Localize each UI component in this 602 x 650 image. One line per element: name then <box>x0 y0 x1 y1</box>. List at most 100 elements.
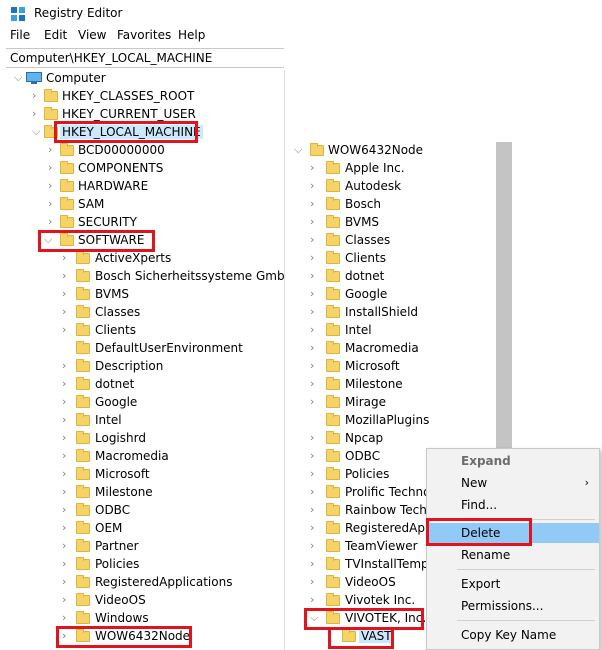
context-item-export[interactable]: Export <box>427 574 599 594</box>
tree-label: WOW6432Node <box>328 143 424 157</box>
chevron-right-icon[interactable]: › <box>62 288 72 300</box>
chevron-right-icon[interactable]: › <box>48 144 58 156</box>
chevron-right-icon[interactable]: › <box>32 108 42 120</box>
chevron-right-icon[interactable]: › <box>62 594 72 606</box>
chevron-right-icon[interactable]: › <box>62 504 72 516</box>
chevron-right-icon[interactable]: › <box>310 432 320 444</box>
menu-help[interactable]: Help <box>178 28 205 42</box>
folder-icon <box>326 323 340 336</box>
chevron-right-icon[interactable]: › <box>62 540 72 552</box>
chevron-right-icon[interactable]: › <box>310 216 320 228</box>
folder-icon <box>76 305 90 318</box>
chevron-right-icon[interactable]: › <box>310 306 320 318</box>
chevron-right-icon[interactable]: › <box>32 90 42 102</box>
folder-icon <box>326 287 340 300</box>
folder-icon <box>326 161 340 174</box>
chevron-right-icon[interactable]: › <box>62 558 72 570</box>
folder-icon <box>60 143 74 156</box>
address-bar[interactable]: Computer\HKEY_LOCAL_MACHINE <box>6 48 284 68</box>
chevron-right-icon[interactable]: › <box>310 270 320 282</box>
chevron-right-icon[interactable]: › <box>62 252 72 264</box>
folder-icon <box>76 323 90 336</box>
menu-edit[interactable]: Edit <box>44 28 67 42</box>
context-item-expand[interactable]: Expand <box>427 451 599 471</box>
chevron-right-icon[interactable]: › <box>310 522 320 534</box>
chevron-right-icon[interactable]: › <box>62 522 72 534</box>
tree-label: HARDWARE <box>78 179 149 193</box>
menu-file[interactable]: File <box>10 28 30 42</box>
chevron-right-icon[interactable]: › <box>62 432 72 444</box>
chevron-right-icon[interactable]: › <box>62 450 72 462</box>
context-item-permissions[interactable]: Permissions... <box>427 596 599 616</box>
tree-label: HKEY_CURRENT_USER <box>62 107 196 121</box>
folder-icon <box>326 593 340 606</box>
chevron-right-icon[interactable]: › <box>62 360 72 372</box>
tree-label: SAM <box>78 197 105 211</box>
chevron-right-icon[interactable]: › <box>62 324 72 336</box>
chevron-right-icon[interactable]: › <box>310 180 320 192</box>
chevron-right-icon[interactable]: › <box>62 576 72 588</box>
chevron-right-icon[interactable]: › <box>310 360 320 372</box>
folder-icon <box>76 575 90 588</box>
tree-label: DefaultUserEnvironment <box>95 341 243 355</box>
tree-label: Partner <box>95 539 139 553</box>
chevron-right-icon[interactable]: › <box>310 288 320 300</box>
folder-icon <box>60 161 74 174</box>
folder-icon <box>76 557 90 570</box>
chevron-down-icon[interactable]: ⌵ <box>310 612 320 624</box>
chevron-right-icon[interactable]: › <box>310 378 320 390</box>
chevron-right-icon[interactable]: › <box>310 558 320 570</box>
menu-favorites[interactable]: Favorites <box>117 28 171 42</box>
tree-label: Windows <box>95 611 149 625</box>
chevron-right-icon[interactable]: › <box>62 630 72 642</box>
chevron-right-icon[interactable]: › <box>62 414 72 426</box>
chevron-right-icon[interactable]: › <box>62 270 72 282</box>
chevron-right-icon[interactable]: › <box>310 450 320 462</box>
chevron-right-icon[interactable]: › <box>62 486 72 498</box>
chevron-right-icon[interactable]: › <box>48 216 58 228</box>
chevron-right-icon[interactable]: › <box>62 612 72 624</box>
chevron-right-icon[interactable]: › <box>62 396 72 408</box>
tree-label: Classes <box>95 305 141 319</box>
chevron-right-icon[interactable]: › <box>310 486 320 498</box>
context-item-new[interactable]: New › <box>427 473 599 493</box>
chevron-right-icon[interactable]: › <box>310 468 320 480</box>
chevron-right-icon[interactable]: › <box>310 234 320 246</box>
chevron-right-icon[interactable]: › <box>62 306 72 318</box>
chevron-right-icon[interactable]: › <box>48 180 58 192</box>
chevron-right-icon[interactable]: › <box>310 540 320 552</box>
chevron-down-icon[interactable]: ⌵ <box>44 234 54 246</box>
tree-label: HKEY_CLASSES_ROOT <box>62 89 195 103</box>
folder-icon <box>326 431 340 444</box>
chevron-down-icon[interactable]: ⌵ <box>14 72 24 84</box>
chevron-right-icon[interactable]: › <box>310 198 320 210</box>
tree-label: RegisteredAppl <box>345 521 436 535</box>
chevron-down-icon[interactable]: ⌵ <box>294 144 304 156</box>
context-item-delete[interactable]: Delete <box>427 523 599 543</box>
chevron-right-icon[interactable]: › <box>310 252 320 264</box>
chevron-right-icon[interactable]: › <box>310 396 320 408</box>
chevron-right-icon[interactable]: › <box>310 324 320 336</box>
menu-separator <box>457 620 595 621</box>
folder-icon <box>44 107 58 120</box>
folder-icon <box>326 197 340 210</box>
context-item-rename[interactable]: Rename <box>427 545 599 565</box>
folder-icon <box>76 431 90 444</box>
registry-tree-left[interactable]: ⌵ Computer › HKEY_CLASSES_ROOT › HKEY_CU… <box>0 70 285 650</box>
chevron-right-icon[interactable]: › <box>310 342 320 354</box>
folder-icon <box>76 629 90 642</box>
computer-icon <box>26 72 42 84</box>
chevron-right-icon[interactable]: › <box>310 594 320 606</box>
menu-view[interactable]: View <box>78 28 106 42</box>
chevron-down-icon[interactable]: ⌵ <box>32 126 42 138</box>
chevron-right-icon[interactable]: › <box>62 378 72 390</box>
context-item-find[interactable]: Find... <box>427 495 599 515</box>
folder-icon <box>326 611 340 624</box>
chevron-right-icon[interactable]: › <box>310 162 320 174</box>
chevron-right-icon[interactable]: › <box>48 162 58 174</box>
chevron-right-icon[interactable]: › <box>310 576 320 588</box>
chevron-right-icon[interactable]: › <box>48 198 58 210</box>
chevron-right-icon[interactable]: › <box>62 468 72 480</box>
chevron-right-icon[interactable]: › <box>310 504 320 516</box>
context-item-copy-key-name[interactable]: Copy Key Name <box>427 625 599 645</box>
